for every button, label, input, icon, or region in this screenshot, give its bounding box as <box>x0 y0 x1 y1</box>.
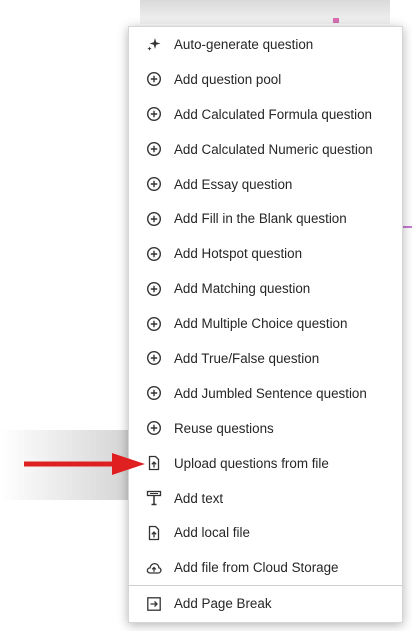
background-marker <box>333 18 339 23</box>
menu-item-label: Auto-generate question <box>174 36 314 52</box>
menu-item-add-hotspot-question[interactable]: Add Hotspot question <box>129 236 402 271</box>
menu-item-add-text[interactable]: Add text <box>129 481 402 516</box>
annotation-arrow-icon <box>24 453 145 475</box>
menu-item-label: Add Page Break <box>174 596 272 612</box>
menu-item-label: Add text <box>174 490 224 506</box>
menu-item-add-calculated-formula-question[interactable]: Add Calculated Formula question <box>129 97 402 132</box>
menu-item-reuse-questions[interactable]: Reuse questions <box>129 411 402 446</box>
cloud-upload-icon <box>146 560 162 576</box>
sparkle-icon <box>146 36 162 52</box>
plus-circle-icon <box>146 316 162 332</box>
menu-item-add-local-file[interactable]: Add local file <box>129 515 402 550</box>
plus-circle-icon <box>146 246 162 262</box>
menu-item-add-file-from-cloud-storage[interactable]: Add file from Cloud Storage <box>129 550 402 585</box>
menu-item-add-multiple-choice-question[interactable]: Add Multiple Choice question <box>129 306 402 341</box>
menu-item-label: Reuse questions <box>174 420 274 436</box>
text-block-icon <box>146 490 162 506</box>
menu-item-label: Add Multiple Choice question <box>174 316 348 332</box>
menu-item-add-matching-question[interactable]: Add Matching question <box>129 271 402 306</box>
plus-circle-icon <box>146 211 162 227</box>
plus-circle-icon <box>146 176 162 192</box>
menu-item-label: Add local file <box>174 525 250 541</box>
plus-circle-icon <box>146 350 162 366</box>
menu-item-label: Add Calculated Formula question <box>174 106 372 122</box>
page-break-icon <box>146 596 162 612</box>
menu-item-add-page-break[interactable]: Add Page Break <box>129 586 402 621</box>
menu-item-add-jumbled-sentence-question[interactable]: Add Jumbled Sentence question <box>129 376 402 411</box>
menu-item-label: Add Hotspot question <box>174 246 303 262</box>
plus-circle-icon <box>146 420 162 436</box>
file-upload-icon <box>146 525 162 541</box>
menu-item-add-essay-question[interactable]: Add Essay question <box>129 167 402 202</box>
menu-item-auto-generate-question[interactable]: Auto-generate question <box>129 27 402 62</box>
menu-item-label: Add True/False question <box>174 350 320 366</box>
menu-item-label: Add Calculated Numeric question <box>174 141 373 157</box>
background-toolbar <box>140 0 390 24</box>
menu-item-add-calculated-numeric-question[interactable]: Add Calculated Numeric question <box>129 132 402 167</box>
plus-circle-icon <box>146 106 162 122</box>
plus-circle-icon <box>146 71 162 87</box>
arrow-head <box>112 453 145 475</box>
menu-list: Auto-generate question Add question pool… <box>129 27 402 585</box>
menu-item-add-fill-in-the-blank-question[interactable]: Add Fill in the Blank question <box>129 201 402 236</box>
plus-circle-icon <box>146 281 162 297</box>
menu-item-label: Add Matching question <box>174 281 311 297</box>
menu-item-add-true-false-question[interactable]: Add True/False question <box>129 341 402 376</box>
menu-item-label: Add Fill in the Blank question <box>174 211 347 227</box>
file-upload-icon <box>146 455 162 471</box>
add-content-menu: Auto-generate question Add question pool… <box>128 26 403 623</box>
menu-item-label: Add Essay question <box>174 176 293 192</box>
menu-item-label: Add question pool <box>174 71 282 87</box>
menu-item-label: Add Jumbled Sentence question <box>174 385 367 401</box>
plus-circle-icon <box>146 141 162 157</box>
screenshot-stage: Auto-generate question Add question pool… <box>0 0 412 631</box>
arrow-shaft <box>24 461 116 467</box>
menu-item-upload-questions-from-file[interactable]: Upload questions from file <box>129 446 402 481</box>
menu-item-label: Add file from Cloud Storage <box>174 560 339 576</box>
menu-item-add-question-pool[interactable]: Add question pool <box>129 62 402 97</box>
menu-item-label: Upload questions from file <box>174 455 329 471</box>
plus-circle-icon <box>146 385 162 401</box>
